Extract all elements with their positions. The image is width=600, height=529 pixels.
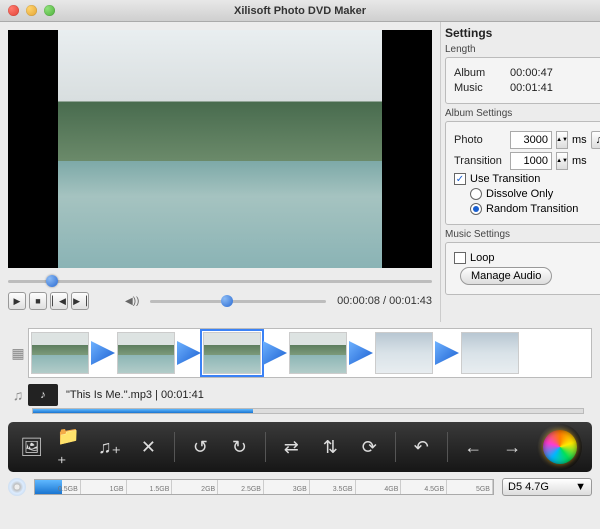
preview-pane: ▶ ■ ▏◀ ▶▕ ◀)) 00:00:08 / 00:01:43 [0, 22, 440, 322]
disc-icon [8, 478, 26, 496]
photo-duration-input[interactable] [510, 131, 552, 149]
transition-3[interactable] [263, 341, 287, 365]
scrub-slider[interactable] [8, 274, 432, 288]
manage-audio-button[interactable]: Manage Audio [460, 267, 552, 285]
transition-duration-input[interactable] [510, 152, 552, 170]
disc-type-select[interactable]: D5 4.7G▼ [502, 478, 592, 496]
add-photo-button[interactable]: 🖼 [18, 433, 45, 461]
transition-2[interactable] [177, 341, 201, 365]
shuffle-button[interactable]: ⇅ [317, 433, 344, 461]
use-transition-checkbox[interactable]: ✓ [454, 173, 466, 185]
transition-4[interactable] [349, 341, 373, 365]
disc-usage-bar: 0.5GB1GB1.5GB2GB2.5GB3GB3.5GB4GB4.5GB5GB [34, 479, 494, 495]
move-left-button[interactable]: ← [460, 433, 487, 461]
music-settings-title: Music Settings [445, 229, 600, 240]
add-music-button[interactable]: ♫₊ [96, 433, 123, 461]
window-title: Xilisoft Photo DVD Maker [0, 5, 600, 17]
audio-file-label: "This Is Me.".mp3 | 00:01:41 [66, 389, 204, 401]
album-length-value: 00:00:47 [510, 67, 553, 79]
filmstrip[interactable] [28, 328, 592, 378]
minimize-button[interactable] [26, 5, 37, 16]
music-length-label: Music [454, 82, 506, 94]
burn-button[interactable] [538, 424, 582, 470]
thumb-3[interactable] [203, 332, 261, 374]
dissolve-only-radio[interactable] [470, 188, 482, 200]
prev-button[interactable]: ▏◀ [50, 292, 68, 310]
transition-stepper[interactable]: ▲▼ [556, 152, 568, 170]
music-icon[interactable]: ♫ [8, 385, 28, 405]
action-toolbar: 🖼 📁₊ ♫₊ ✕ ↺ ↻ ⇄ ⇅ ⟳ ↶ ← → [8, 422, 592, 472]
photo-stepper[interactable]: ▲▼ [556, 131, 568, 149]
album-length-label: Album [454, 67, 506, 79]
time-display: 00:00:08 / 00:01:43 [337, 295, 432, 307]
move-right-button[interactable]: → [499, 433, 526, 461]
music-length-value: 00:01:41 [510, 82, 553, 94]
close-button[interactable] [8, 5, 19, 16]
photos-icon[interactable]: ▦ [8, 343, 28, 363]
photo-label: Photo [454, 134, 506, 146]
album-settings-title: Album Settings [445, 108, 600, 119]
video-preview[interactable] [8, 30, 432, 268]
settings-panel: Settings Length Album 00:00:47 Music 00:01… [440, 22, 600, 322]
add-folder-button[interactable]: 📁₊ [57, 433, 84, 461]
transition-5[interactable] [435, 341, 459, 365]
dissolve-only-label: Dissolve Only [486, 188, 553, 200]
refresh-button[interactable]: ⟳ [356, 433, 383, 461]
rotate-cw-button[interactable]: ↻ [226, 433, 253, 461]
thumb-2[interactable] [117, 332, 175, 374]
loop-checkbox[interactable] [454, 252, 466, 264]
audio-clip-icon[interactable]: ♪ [28, 384, 58, 406]
play-button[interactable]: ▶ [8, 292, 26, 310]
music-note-button[interactable]: ♫ [591, 131, 600, 149]
zoom-button[interactable] [44, 5, 55, 16]
random-transition-label: Random Transition [486, 203, 578, 215]
thumb-5[interactable] [375, 332, 433, 374]
thumb-1[interactable] [31, 332, 89, 374]
mute-icon[interactable]: ◀)) [125, 296, 139, 307]
length-title: Length [445, 44, 600, 55]
undo-button[interactable]: ↶ [408, 433, 435, 461]
audio-progress[interactable] [32, 408, 584, 414]
thumb-4[interactable] [289, 332, 347, 374]
volume-slider[interactable] [150, 294, 326, 308]
transition-label: Transition [454, 155, 506, 167]
rotate-ccw-button[interactable]: ↺ [187, 433, 214, 461]
random-transition-radio[interactable] [470, 203, 482, 215]
settings-heading: Settings [445, 26, 600, 40]
thumb-6[interactable] [461, 332, 519, 374]
stop-button[interactable]: ■ [29, 292, 47, 310]
use-transition-label: Use Transition [470, 173, 540, 185]
transition-1[interactable] [91, 341, 115, 365]
loop-button[interactable]: ⇄ [278, 433, 305, 461]
chevron-down-icon: ▼ [575, 481, 586, 493]
delete-button[interactable]: ✕ [135, 433, 162, 461]
next-button[interactable]: ▶▕ [71, 292, 89, 310]
loop-label: Loop [470, 252, 494, 264]
titlebar: Xilisoft Photo DVD Maker [0, 0, 600, 22]
